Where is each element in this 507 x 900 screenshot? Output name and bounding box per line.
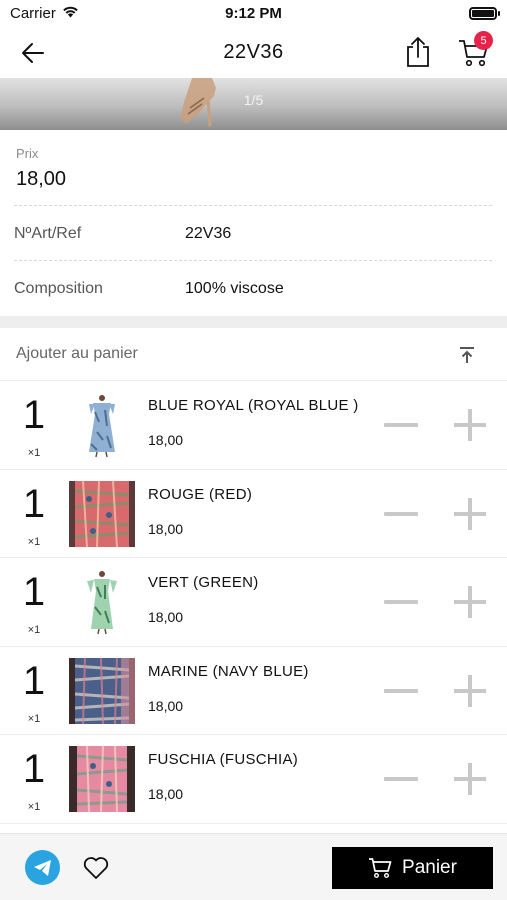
price-label: Prix	[16, 146, 39, 161]
variant-quantity: 1	[22, 747, 46, 791]
panier-button[interactable]: Panier	[332, 847, 493, 889]
page-title: 22V36	[223, 40, 284, 63]
variant-unit: ×1	[27, 712, 41, 725]
plus-icon[interactable]	[450, 671, 490, 711]
back-arrow-icon[interactable]	[18, 38, 48, 68]
variant-quantity: 1	[22, 570, 46, 614]
divider	[14, 260, 492, 261]
variant-price: 18,00	[148, 697, 184, 714]
variant-unit: ×1	[27, 624, 41, 636]
price-value: 18,00	[16, 168, 67, 190]
minus-icon[interactable]	[381, 411, 421, 439]
carrier-label: Carrier	[10, 4, 56, 22]
bottom-action-bar: Panier	[0, 833, 507, 900]
ref-value: 22V36	[185, 225, 232, 242]
variant-name: BLUE ROYAL (ROYAL BLUE )	[148, 397, 359, 414]
plus-icon[interactable]	[450, 405, 490, 445]
variant-price: 18,00	[148, 432, 184, 448]
divider	[14, 205, 492, 206]
variant-price: 18,00	[148, 786, 184, 802]
variant-name: VERT (GREEN)	[148, 574, 259, 591]
plus-icon[interactable]	[450, 759, 490, 799]
cart-count-badge: 5	[474, 31, 493, 50]
variant-thumbnail	[69, 480, 135, 547]
variant-row: 1 ×1 VERT (GREEN) 18,00	[0, 558, 507, 647]
nav-bar: 22V36 5	[0, 26, 507, 78]
variant-thumbnail	[69, 746, 135, 812]
variant-row: 1 ×1 BLUE ROYAL (ROYAL BLUE ) 18,00	[0, 381, 507, 470]
status-bar: Carrier 9:12 PM	[0, 0, 507, 26]
variant-row: 1 ×1 FUSCHIA (FUSCHIA) 18,00	[0, 735, 507, 824]
variant-quantity: 1	[22, 393, 46, 437]
variant-name: FUSCHIA (FUSCHIA)	[148, 751, 299, 768]
variant-list: 1 ×1 BLUE ROYAL (ROYAL BLUE ) 18,00 1 ×1	[0, 381, 507, 824]
panier-button-label: Panier	[402, 857, 457, 878]
variant-thumbnail	[69, 657, 135, 724]
variant-thumbnail	[69, 392, 135, 458]
share-icon[interactable]	[404, 36, 432, 68]
battery-icon	[469, 6, 500, 20]
add-to-cart-header: Ajouter au panier	[0, 328, 507, 381]
variant-name: ROUGE (RED)	[148, 485, 253, 503]
variant-name: MARINE (NAVY BLUE)	[148, 662, 309, 680]
variant-unit: ×1	[27, 447, 41, 459]
heart-icon[interactable]	[82, 854, 110, 882]
composition-value: 100% viscose	[185, 280, 284, 297]
section-separator	[0, 316, 507, 328]
variant-unit: ×1	[27, 535, 41, 548]
plus-icon[interactable]	[450, 494, 490, 534]
status-left: Carrier	[10, 5, 79, 22]
variant-thumbnail	[69, 569, 135, 635]
minus-icon[interactable]	[381, 588, 421, 616]
cart-icon	[369, 858, 392, 879]
minus-icon[interactable]	[381, 500, 421, 528]
add-to-cart-title: Ajouter au panier	[16, 345, 138, 362]
variant-row: 1 ×1 ROUGE (RED) 18,00	[0, 470, 507, 558]
product-image-gallery[interactable]: 1/5	[0, 78, 507, 130]
variant-row: 1 ×1 MARINE (NAVY BLUE) 18,00	[0, 647, 507, 735]
telegram-icon[interactable]	[25, 850, 60, 885]
composition-label: Composition	[14, 280, 103, 297]
variant-price: 18,00	[148, 609, 184, 625]
minus-icon[interactable]	[381, 677, 421, 705]
gallery-page-indicator: 1/5	[243, 92, 264, 108]
scroll-to-top-icon[interactable]	[458, 346, 476, 364]
ref-label: NºArt/Ref	[14, 225, 82, 242]
wifi-icon	[62, 5, 79, 22]
variant-price: 18,00	[148, 520, 184, 537]
product-info: Prix 18,00 NºArt/Ref 22V36 Composition 1…	[0, 130, 507, 316]
variant-unit: ×1	[27, 801, 41, 813]
minus-icon[interactable]	[381, 765, 421, 793]
plus-icon[interactable]	[450, 582, 490, 622]
variant-quantity: 1	[22, 658, 46, 703]
variant-quantity: 1	[22, 481, 46, 526]
